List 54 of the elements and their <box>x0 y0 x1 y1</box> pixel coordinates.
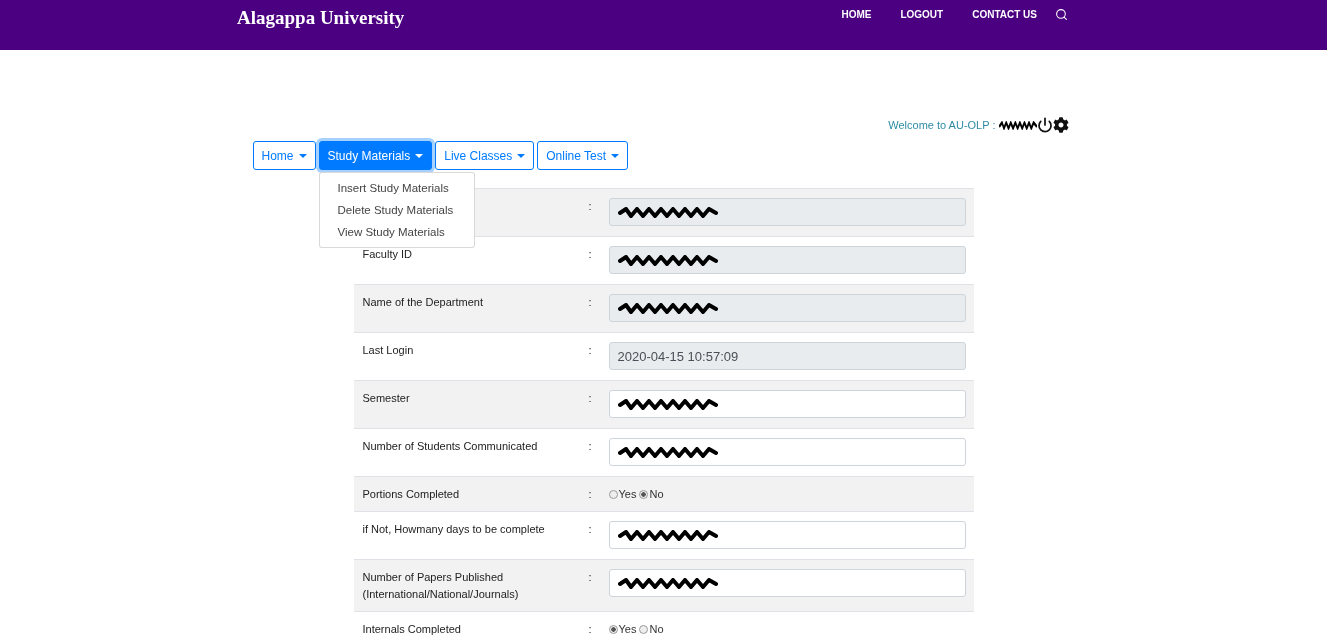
input-field[interactable] <box>608 294 966 322</box>
caret-icon <box>298 153 307 158</box>
option-label: Yes <box>618 622 637 637</box>
search-icon[interactable] <box>1055 8 1068 21</box>
colon-separator: : <box>588 622 592 637</box>
menu-dropdown-button[interactable]: Home <box>252 141 316 170</box>
option-label: No <box>649 487 664 502</box>
input-field[interactable]: 2020-04-15 10:57:09 <box>608 342 966 370</box>
power-icon[interactable] <box>1036 117 1053 133</box>
colon-separator: : <box>588 570 592 585</box>
field-label: if Not, Howmany days to be complete <box>362 522 546 537</box>
dropdown-item[interactable]: Insert Study Materials <box>319 177 474 199</box>
field-label: Name of the Department <box>362 295 484 310</box>
caret-icon <box>611 153 620 158</box>
colon-separator: : <box>588 487 592 502</box>
input-field[interactable] <box>608 390 966 418</box>
option-label: No <box>649 622 664 637</box>
colon-separator: : <box>588 199 592 214</box>
input-field[interactable] <box>608 569 966 597</box>
nav-link[interactable]: CONTACT US <box>972 8 1037 21</box>
nav-link[interactable]: HOME <box>841 8 872 21</box>
field-label: Faculty ID <box>362 247 413 262</box>
colon-separator: : <box>588 439 592 454</box>
field-label: Internals Completed <box>362 622 462 637</box>
caret-icon <box>517 153 526 158</box>
colon-separator: : <box>588 522 592 537</box>
radio-button[interactable] <box>639 490 649 499</box>
colon-separator: : <box>588 247 592 262</box>
radio-button[interactable] <box>639 625 649 634</box>
colon-separator: : <box>588 295 592 310</box>
menu-dropdown-button[interactable]: Live Classes <box>435 141 535 170</box>
input-field[interactable] <box>608 438 966 466</box>
field-label: Last Login <box>362 343 415 358</box>
radio-button[interactable] <box>608 490 618 499</box>
menu-dropdown-button[interactable]: Study Materials <box>318 141 433 170</box>
input-field[interactable] <box>608 246 966 274</box>
nav-link[interactable]: LOGOUT <box>900 8 944 21</box>
dropdown-item[interactable]: View Study Materials <box>319 221 474 243</box>
field-label: Number of Students Communicated <box>362 439 539 454</box>
option-label: Yes <box>618 487 637 502</box>
site-title: Alagappa University <box>237 6 405 30</box>
field-label: Number of Papers Published (International/National/Journals) <box>362 570 520 602</box>
colon-separator: : <box>588 391 592 406</box>
input-field[interactable] <box>608 198 966 226</box>
menu-dropdown-button[interactable]: Online Test <box>537 141 629 170</box>
welcome-text: Welcome to AU-OLP : <box>888 119 996 131</box>
field-label: Portions Completed <box>362 487 461 502</box>
dropdown-item[interactable]: Delete Study Materials <box>319 199 474 221</box>
radio-button[interactable] <box>608 625 618 634</box>
colon-separator: : <box>588 343 592 358</box>
field-label: Semester <box>362 391 411 406</box>
caret-icon <box>415 153 424 158</box>
settings-icon[interactable] <box>1052 117 1069 133</box>
input-field[interactable] <box>608 521 966 549</box>
